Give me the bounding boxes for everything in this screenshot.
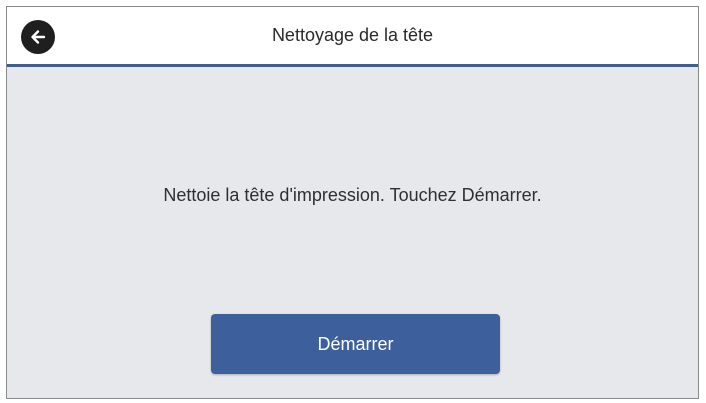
back-button[interactable] — [21, 20, 55, 54]
instruction-text: Nettoie la tête d'impression. Touchez Dé… — [163, 185, 542, 205]
start-button-label: Démarrer — [317, 333, 394, 354]
header-bar: Nettoyage de la tête — [7, 7, 698, 67]
arrow-left-icon — [31, 30, 46, 44]
page-title: Nettoyage de la tête — [271, 25, 434, 45]
printer-screen: Nettoyage de la tête Nettoie la tête d'i… — [6, 6, 699, 399]
start-button[interactable]: Démarrer — [211, 314, 500, 374]
